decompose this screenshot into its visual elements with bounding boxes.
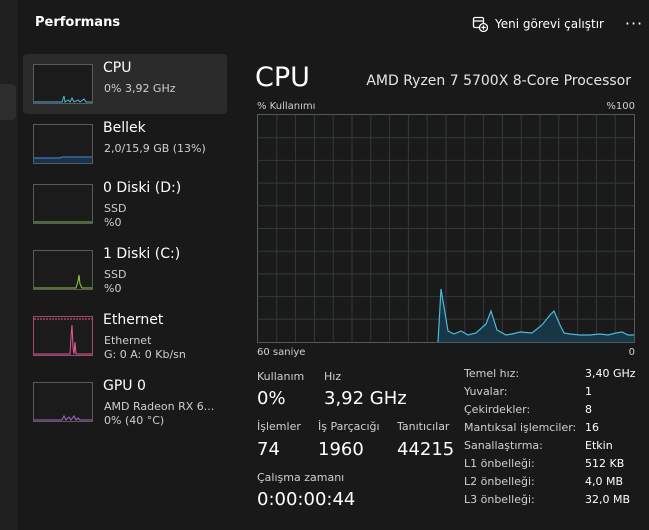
sidebar-item-type: SSD <box>104 268 127 281</box>
speed-stat-value: 3,92 GHz <box>324 388 407 409</box>
spec-key: Sanallaştırma: <box>464 439 543 452</box>
page-title: Performans <box>35 15 121 30</box>
new-task-button[interactable]: Yeni görevi çalıştır <box>472 14 604 34</box>
sidebar-item-type: SSD <box>104 202 127 215</box>
spec-value: 16 <box>585 421 599 434</box>
sidebar-item-memory[interactable]: Bellek 2,0/15,9 GB (13%) <box>23 114 227 174</box>
sidebar-item-detail: 2,0/15,9 GB (13%) <box>104 142 206 155</box>
min-axis-label: 0 <box>628 347 635 358</box>
sidebar-item-detail: 0% 3,92 GHz <box>104 82 176 95</box>
more-options-button[interactable]: ··· <box>622 12 646 34</box>
spec-value: 4,0 MB <box>585 475 624 488</box>
spec-row: Temel hız: 3,40 GHz <box>464 367 644 385</box>
sidebar-item-name: Bellek <box>103 120 146 136</box>
time-axis-label: 60 saniye <box>257 347 306 358</box>
spec-row: Mantıksal işlemciler: 16 <box>464 421 644 439</box>
gpu-mini-graph <box>33 382 93 422</box>
sidebar-item-name: GPU 0 <box>103 378 146 394</box>
handles-stat-value: 44215 <box>397 439 455 460</box>
threads-stat-value: 1960 <box>318 439 364 460</box>
spec-key: Çekirdekler: <box>464 403 531 416</box>
disk1-mini-graph <box>33 250 93 290</box>
spec-key: L1 önbelleği: <box>464 457 535 470</box>
usage-stat-value: 0% <box>257 388 286 409</box>
threads-stat-label: İş Parçacığı <box>318 420 380 433</box>
sidebar-item-disk-0[interactable]: 0 Diski (D:) SSD %0 <box>23 174 227 234</box>
sidebar-item-name: 1 Diski (C:) <box>103 246 181 262</box>
spec-row: L3 önbelleği: 32,0 MB <box>464 493 644 511</box>
sidebar-item-name: Ethernet <box>103 312 164 328</box>
spec-row: L2 önbelleği: 4,0 MB <box>464 475 644 493</box>
main-panel: CPU AMD Ryzen 7 5700X 8-Core Processor %… <box>230 46 649 530</box>
sidebar-item-name: 0 Diski (D:) <box>103 180 182 196</box>
more-icon: ··· <box>624 13 644 33</box>
nav-selected-indicator[interactable] <box>0 84 16 120</box>
spec-key: L3 önbelleği: <box>464 493 535 506</box>
new-task-icon <box>472 16 488 32</box>
handles-stat-label: Tanıtıcılar <box>397 420 450 433</box>
cpu-usage-graph <box>257 114 635 343</box>
spec-value: 8 <box>585 403 592 416</box>
spec-key: Mantıksal işlemciler: <box>464 421 577 434</box>
spec-value: Etkin <box>585 439 613 452</box>
spec-row: Sanallaştırma: Etkin <box>464 439 644 457</box>
sidebar-item-detail: 0% (40 °C) <box>104 414 165 427</box>
sidebar-item-type: Ethernet <box>104 334 152 347</box>
new-task-label: Yeni görevi çalıştır <box>495 17 604 31</box>
sidebar-item-gpu[interactable]: GPU 0 AMD Radeon RX 6... 0% (40 °C) <box>23 372 227 432</box>
nav-strip <box>0 0 18 530</box>
disk0-mini-graph <box>33 184 93 224</box>
header: Performans Yeni görevi çalıştır ··· <box>18 0 649 46</box>
sidebar-item-disk-1[interactable]: 1 Diski (C:) SSD %0 <box>23 240 227 300</box>
spec-value: 1 <box>585 385 592 398</box>
spec-row: Yuvalar: 1 <box>464 385 644 403</box>
sidebar: CPU 0% 3,92 GHz Bellek 2,0/15,9 GB (13%)… <box>18 46 230 530</box>
resource-title: CPU <box>255 62 310 93</box>
processor-name: AMD Ryzen 7 5700X 8-Core Processor <box>366 73 631 89</box>
uptime-stat-value: 0:00:00:44 <box>257 489 356 510</box>
processes-stat-value: 74 <box>257 439 280 460</box>
spec-key: L2 önbelleği: <box>464 475 535 488</box>
sidebar-item-cpu[interactable]: CPU 0% 3,92 GHz <box>23 54 227 114</box>
memory-mini-graph <box>33 124 93 164</box>
spec-list: Temel hız: 3,40 GHz Yuvalar: 1 Çekirdekler… <box>464 367 644 511</box>
processes-stat-label: İşlemler <box>257 420 301 433</box>
sidebar-item-detail: %0 <box>104 216 122 229</box>
spec-value: 512 KB <box>585 457 625 470</box>
sidebar-item-type: AMD Radeon RX 6... <box>104 400 215 413</box>
spec-key: Yuvalar: <box>464 385 508 398</box>
usage-axis-label: % Kullanımı <box>257 101 316 112</box>
spec-value: 32,0 MB <box>585 493 631 506</box>
cpu-mini-graph <box>33 64 93 104</box>
speed-stat-label: Hız <box>324 370 342 383</box>
sidebar-item-name: CPU <box>103 60 132 76</box>
spec-row: L1 önbelleği: 512 KB <box>464 457 644 475</box>
sidebar-item-detail: %0 <box>104 282 122 295</box>
spec-key: Temel hız: <box>464 367 520 380</box>
ethernet-mini-graph <box>33 316 93 356</box>
uptime-stat-label: Çalışma zamanı <box>257 471 345 484</box>
usage-stat-label: Kullanım <box>257 370 305 383</box>
sidebar-item-ethernet[interactable]: Ethernet Ethernet G: 0 A: 0 Kb/sn <box>23 306 227 366</box>
spec-value: 3,40 GHz <box>585 367 636 380</box>
max-axis-label: %100 <box>606 101 635 112</box>
sidebar-item-detail: G: 0 A: 0 Kb/sn <box>104 348 186 361</box>
spec-row: Çekirdekler: 8 <box>464 403 644 421</box>
